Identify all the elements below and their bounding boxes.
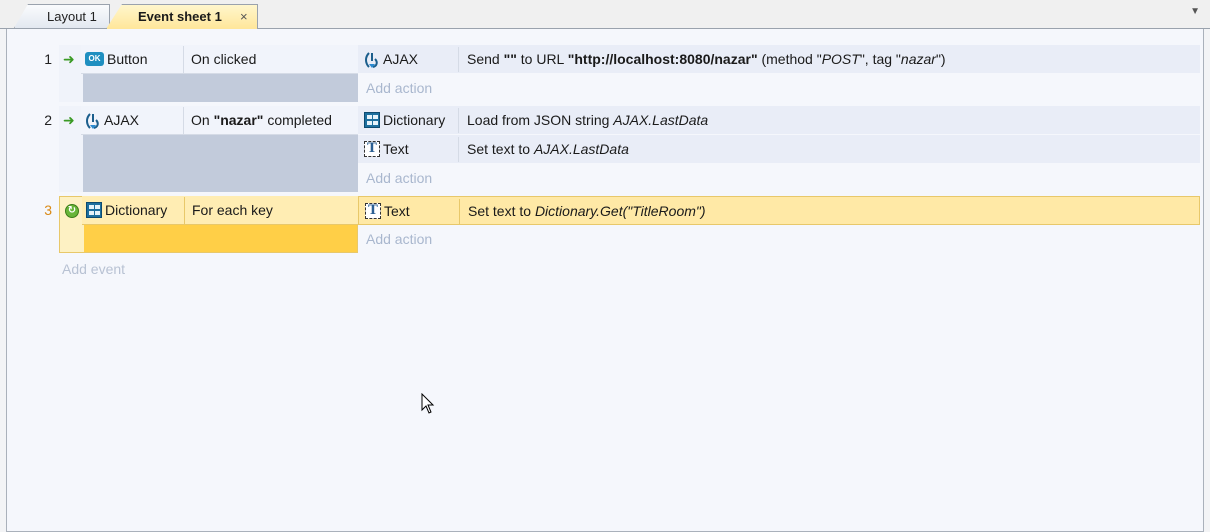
action-row[interactable]: Dictionary Load from JSON string AJAX.La… xyxy=(358,106,1200,135)
ajax-icon xyxy=(85,111,101,130)
condition-object: Dictionary xyxy=(86,196,167,225)
event-sheet: 1 ➜ OK Button On clicked AJAX Send "" to … xyxy=(6,29,1204,532)
tab-bar: Layout 1 Event sheet 1 × ▼ xyxy=(0,0,1210,29)
tab-layout-1[interactable]: Layout 1 xyxy=(14,4,110,28)
action-row[interactable]: T Text Set text to AJAX.LastData xyxy=(358,135,1200,164)
event-number: 2 xyxy=(44,112,52,128)
chevron-down-icon[interactable]: ▼ xyxy=(1190,6,1200,17)
tab-label: Layout 1 xyxy=(47,9,97,24)
condition-row[interactable]: Dictionary For each key xyxy=(82,196,359,225)
condition-object: OK Button xyxy=(85,45,147,74)
close-icon[interactable]: × xyxy=(240,5,248,28)
dictionary-icon xyxy=(364,112,380,129)
action-object: T Text xyxy=(365,197,410,226)
button-ok-icon: OK xyxy=(85,52,104,67)
action-object: Dictionary xyxy=(364,106,445,135)
action-text: Send "" to URL "http://localhost:8080/na… xyxy=(467,51,946,67)
dictionary-icon xyxy=(86,202,102,219)
event-number: 1 xyxy=(44,51,52,67)
loop-icon: ↻ xyxy=(65,204,79,218)
add-event-link[interactable]: Add event xyxy=(62,259,125,279)
action-row[interactable]: AJAX Send "" to URL "http://localhost:80… xyxy=(358,45,1200,74)
action-text: Set text to Dictionary.Get("TitleRoom") xyxy=(468,203,706,219)
condition-row[interactable]: AJAX On "nazar" completed xyxy=(81,106,358,135)
add-action-link[interactable]: Add action xyxy=(366,74,1192,103)
action-object: T Text xyxy=(364,135,409,164)
ajax-icon xyxy=(364,50,380,69)
event-2[interactable]: ➜ AJAX On "nazar" completed xyxy=(59,106,358,192)
event-handle[interactable]: ➜ xyxy=(59,106,83,192)
text-icon: T xyxy=(364,141,380,158)
event-3[interactable]: ↻ Dictionary For each key xyxy=(59,196,359,253)
condition-text: On "nazar" completed xyxy=(191,112,332,128)
tab-label: Event sheet 1 xyxy=(138,9,222,24)
trigger-arrow-icon: ➜ xyxy=(63,51,75,67)
action-text: Load from JSON string AJAX.LastData xyxy=(467,112,709,128)
event-handle[interactable]: ↻ xyxy=(60,197,84,252)
event-handle[interactable]: ➜ xyxy=(59,45,83,102)
add-action-link[interactable]: Add action xyxy=(366,164,1192,193)
text-icon: T xyxy=(365,203,381,220)
event-number: 3 xyxy=(44,202,52,218)
condition-row[interactable]: OK Button On clicked xyxy=(81,45,358,74)
tab-event-sheet-1[interactable]: Event sheet 1 × xyxy=(106,4,258,29)
action-row[interactable]: T Text Set text to Dictionary.Get("TitleR… xyxy=(358,196,1200,225)
condition-text: For each key xyxy=(192,202,273,218)
mouse-cursor-icon xyxy=(421,393,435,414)
condition-text: On clicked xyxy=(191,51,257,67)
add-action-link[interactable]: Add action xyxy=(366,225,1192,254)
action-object: AJAX xyxy=(364,45,418,74)
condition-object: AJAX xyxy=(85,106,139,135)
action-text: Set text to AJAX.LastData xyxy=(467,141,629,157)
event-1[interactable]: ➜ OK Button On clicked xyxy=(59,45,358,102)
trigger-arrow-icon: ➜ xyxy=(63,112,75,128)
